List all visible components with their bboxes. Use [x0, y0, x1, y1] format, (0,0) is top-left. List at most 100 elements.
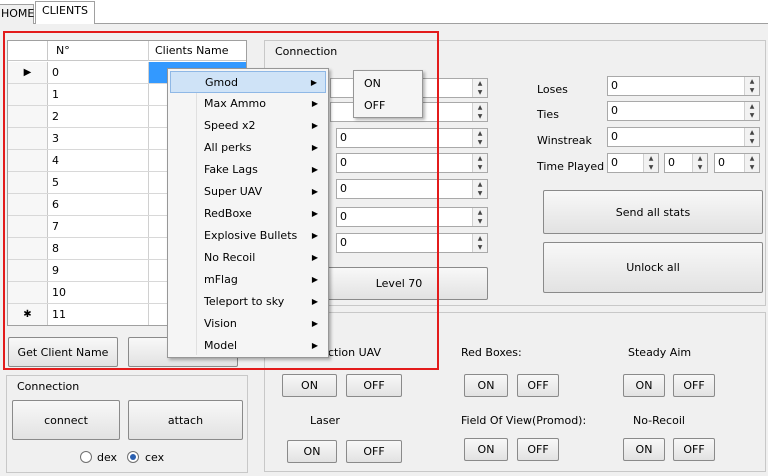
time-hours-spinner[interactable]: 0 ▲ ▼	[607, 153, 659, 173]
spinner-arrows[interactable]: ▲ ▼	[472, 103, 487, 121]
red-boxes-on-button[interactable]: ON	[464, 374, 508, 397]
spin-up-icon[interactable]: ▲	[473, 154, 487, 163]
menu-item-speed-x2[interactable]: Speed x2 ▶	[170, 115, 326, 137]
spinner-arrows[interactable]: ▲ ▼	[472, 234, 487, 252]
time-minutes-spinner[interactable]: 0 ▲ ▼	[664, 153, 708, 173]
unlock-all-button[interactable]: Unlock all	[543, 242, 763, 293]
stat-spinner[interactable]: 0 ▲ ▼	[336, 128, 488, 148]
spin-up-icon[interactable]: ▲	[473, 234, 487, 243]
menu-item-vision[interactable]: Vision ▶	[170, 313, 326, 335]
stat-spinner[interactable]: 0 ▲ ▼	[336, 233, 488, 253]
row-header	[8, 238, 48, 259]
menu-item-max-ammo[interactable]: Max Ammo ▶	[170, 93, 326, 115]
cex-radio-label[interactable]: cex	[145, 451, 164, 464]
row-header	[8, 172, 48, 193]
spin-down-icon[interactable]: ▼	[473, 88, 487, 97]
spin-down-icon[interactable]: ▼	[473, 138, 487, 147]
fov-off-button[interactable]: OFF	[517, 438, 559, 461]
spin-up-icon[interactable]: ▲	[473, 103, 487, 112]
spinner-arrows[interactable]: ▲ ▼	[744, 128, 759, 146]
spinner-arrows[interactable]: ▲ ▼	[744, 154, 759, 172]
menu-item-gmod[interactable]: Gmod ▶	[170, 71, 326, 93]
time-seconds-spinner[interactable]: 0 ▲ ▼	[714, 153, 760, 173]
red-boxes-off-button[interactable]: OFF	[517, 374, 559, 397]
laser-on-button[interactable]: ON	[287, 440, 337, 463]
stats-panel-title: Connection	[275, 45, 338, 58]
col-header-name[interactable]: Clients Name	[155, 44, 229, 57]
spin-down-icon[interactable]: ▼	[745, 111, 759, 120]
fov-on-button[interactable]: ON	[464, 438, 508, 461]
spin-up-icon[interactable]: ▲	[745, 154, 759, 163]
menu-item-explosive-bullets[interactable]: Explosive Bullets ▶	[170, 225, 326, 247]
spin-up-icon[interactable]: ▲	[745, 77, 759, 86]
tab-clients[interactable]: CLIENTS	[35, 1, 95, 25]
stat-spinner[interactable]: 0 ▲ ▼	[336, 153, 488, 173]
spinner-arrows[interactable]: ▲ ▼	[472, 208, 487, 226]
dex-radio[interactable]	[80, 451, 92, 463]
spin-down-icon[interactable]: ▼	[693, 163, 707, 172]
row-number: 10	[52, 286, 66, 299]
laser-off-button[interactable]: OFF	[346, 440, 402, 463]
spinner-arrows[interactable]: ▲ ▼	[472, 129, 487, 147]
spinner-arrows[interactable]: ▲ ▼	[744, 77, 759, 95]
tab-home[interactable]: HOME	[0, 4, 34, 24]
menu-item-super-uav[interactable]: Super UAV ▶	[170, 181, 326, 203]
spinner-arrows[interactable]: ▲ ▼	[643, 154, 658, 172]
spin-down-icon[interactable]: ▼	[745, 163, 759, 172]
spin-up-icon[interactable]: ▲	[473, 180, 487, 189]
menu-item-teleport-to-sky[interactable]: Teleport to sky ▶	[170, 291, 326, 313]
spin-down-icon[interactable]: ▼	[745, 86, 759, 95]
spin-down-icon[interactable]: ▼	[473, 112, 487, 121]
spin-up-icon[interactable]: ▲	[693, 154, 707, 163]
spin-up-icon[interactable]: ▲	[644, 154, 658, 163]
cex-radio[interactable]	[127, 451, 139, 463]
loses-spinner[interactable]: 0 ▲ ▼	[607, 76, 760, 96]
get-client-name-button[interactable]: Get Client Name	[8, 337, 118, 367]
spin-down-icon[interactable]: ▼	[473, 163, 487, 172]
col-header-number[interactable]: N°	[56, 44, 70, 57]
winstreak-spinner[interactable]: 0 ▲ ▼	[607, 127, 760, 147]
level-70-button[interactable]: Level 70	[310, 267, 488, 300]
attach-button[interactable]: attach	[128, 400, 243, 440]
spinner-arrows[interactable]: ▲ ▼	[472, 154, 487, 172]
menu-item-redboxe[interactable]: RedBoxe ▶	[170, 203, 326, 225]
uav-off-button[interactable]: OFF	[346, 374, 402, 397]
spin-down-icon[interactable]: ▼	[473, 243, 487, 252]
spin-up-icon[interactable]: ▲	[473, 79, 487, 88]
ties-spinner[interactable]: 0 ▲ ▼	[607, 101, 760, 121]
spin-down-icon[interactable]: ▼	[644, 163, 658, 172]
submenu-arrow-icon: ▶	[311, 143, 318, 152]
menu-item-fake-lags[interactable]: Fake Lags ▶	[170, 159, 326, 181]
stat-spinner[interactable]: 0 ▲ ▼	[336, 179, 488, 199]
time-hours-value: 0	[611, 156, 618, 169]
spin-up-icon[interactable]: ▲	[473, 208, 487, 217]
spin-down-icon[interactable]: ▼	[745, 137, 759, 146]
connect-button[interactable]: connect	[12, 400, 120, 440]
spin-down-icon[interactable]: ▼	[473, 217, 487, 226]
steady-aim-on-button[interactable]: ON	[623, 374, 665, 397]
spinner-arrows[interactable]: ▲ ▼	[692, 154, 707, 172]
menu-item-mflag[interactable]: mFlag ▶	[170, 269, 326, 291]
spin-up-icon[interactable]: ▲	[745, 102, 759, 111]
spinner-arrows[interactable]: ▲ ▼	[472, 180, 487, 198]
menu-item-no-recoil[interactable]: No Recoil ▶	[170, 247, 326, 269]
stat-spinner[interactable]: 0 ▲ ▼	[336, 207, 488, 227]
menu-item-label: Speed x2	[204, 119, 256, 132]
spinner-arrows[interactable]: ▲ ▼	[472, 79, 487, 97]
spin-up-icon[interactable]: ▲	[745, 128, 759, 137]
menu-item-model[interactable]: Model ▶	[170, 335, 326, 357]
steady-aim-off-button[interactable]: OFF	[673, 374, 715, 397]
send-all-stats-button[interactable]: Send all stats	[543, 190, 763, 234]
no-recoil-on-button[interactable]: ON	[623, 438, 665, 461]
mod-label-no-recoil: No-Recoil	[633, 414, 685, 427]
submenu-item-on[interactable]: ON	[364, 77, 381, 90]
menu-item-all-perks[interactable]: All perks ▶	[170, 137, 326, 159]
spinner-arrows[interactable]: ▲ ▼	[744, 102, 759, 120]
no-recoil-off-button[interactable]: OFF	[673, 438, 715, 461]
dex-radio-label[interactable]: dex	[97, 451, 117, 464]
row-number: 7	[52, 220, 59, 233]
submenu-item-off[interactable]: OFF	[364, 99, 385, 112]
spin-up-icon[interactable]: ▲	[473, 129, 487, 138]
spin-down-icon[interactable]: ▼	[473, 189, 487, 198]
uav-on-button[interactable]: ON	[282, 374, 337, 397]
